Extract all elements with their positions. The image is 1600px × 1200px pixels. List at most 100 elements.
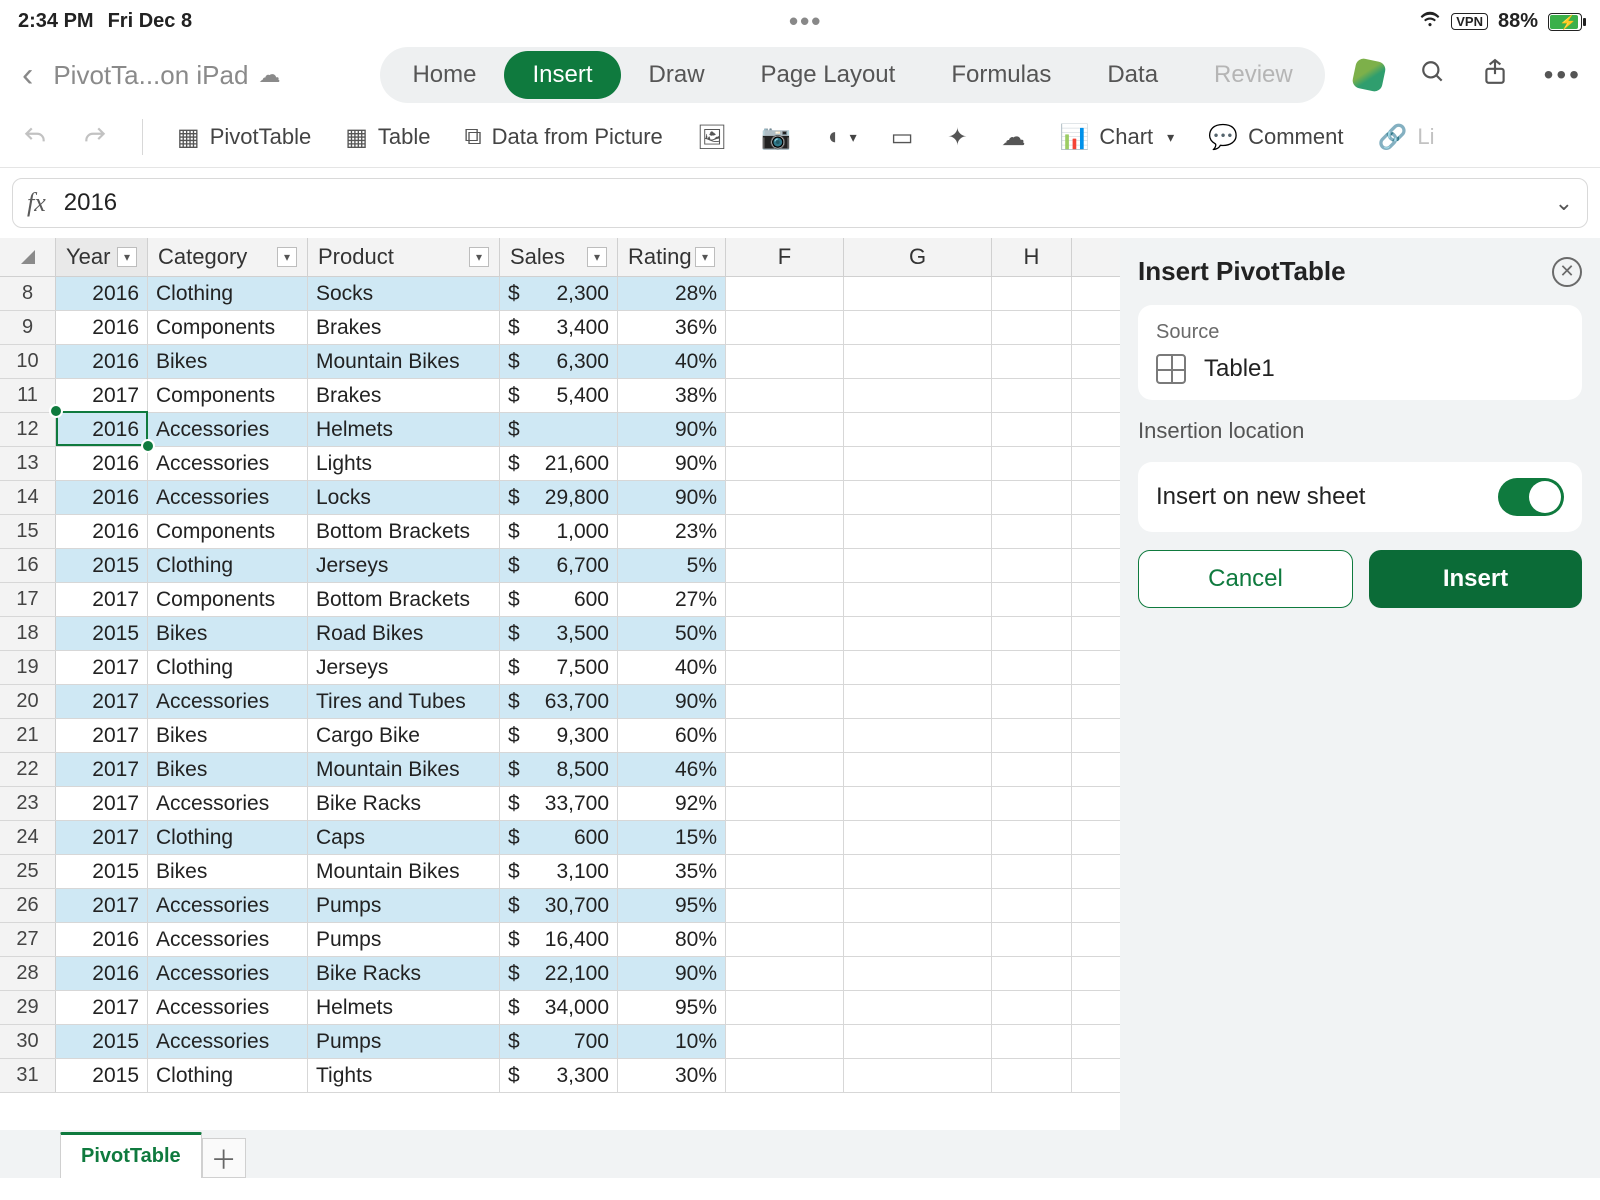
formula-input[interactable]: fx 2016 ⌄ [12,178,1588,228]
cell-empty[interactable] [844,719,992,752]
cell-rating[interactable]: 90% [618,957,726,990]
cell-empty[interactable] [844,787,992,820]
cell-sales[interactable]: $8,500 [500,753,618,786]
table-row[interactable]: 92016ComponentsBrakes$3,40036% [0,311,1120,345]
row-number[interactable]: 27 [0,923,56,956]
cell-empty[interactable] [844,379,992,412]
cell-rating[interactable]: 27% [618,583,726,616]
cell-rating[interactable]: 90% [618,481,726,514]
row-number[interactable]: 8 [0,277,56,310]
cell-empty[interactable] [844,345,992,378]
cell-year[interactable]: 2015 [56,1059,148,1092]
cell-category[interactable]: Clothing [148,277,308,310]
cell-product[interactable]: Caps [308,821,500,854]
cell-empty[interactable] [726,379,844,412]
cell-category[interactable]: Accessories [148,923,308,956]
cell-year[interactable]: 2017 [56,651,148,684]
table-row[interactable]: 162015ClothingJerseys$6,7005% [0,549,1120,583]
table-row[interactable]: 272016AccessoriesPumps$16,40080% [0,923,1120,957]
cell-product[interactable]: Socks [308,277,500,310]
cell-sales[interactable]: $ [500,413,618,446]
cell-empty[interactable] [726,413,844,446]
cell-empty[interactable] [992,787,1072,820]
cell-empty[interactable] [726,447,844,480]
cell-product[interactable]: Bottom Brackets [308,515,500,548]
tab-draw[interactable]: Draw [621,51,733,99]
add-sheet-button[interactable]: ＋ [202,1138,246,1178]
multitask-dots-icon[interactable]: ••• [789,6,822,37]
cell-empty[interactable] [844,923,992,956]
cell-category[interactable]: Components [148,583,308,616]
row-number[interactable]: 20 [0,685,56,718]
filter-dropdown-icon[interactable]: ▾ [469,247,489,267]
cell-category[interactable]: Components [148,515,308,548]
shapes-button[interactable]: ◖▾ [825,123,857,151]
tab-data[interactable]: Data [1079,51,1186,99]
cell-year[interactable]: 2016 [56,277,148,310]
row-number[interactable]: 24 [0,821,56,854]
cell-category[interactable]: Accessories [148,889,308,922]
cell-category[interactable]: Clothing [148,1059,308,1092]
cell-sales[interactable]: $3,100 [500,855,618,888]
cell-year[interactable]: 2016 [56,447,148,480]
table-button[interactable]: ▦Table [345,123,430,152]
table-row[interactable]: 82016ClothingSocks$2,30028% [0,277,1120,311]
row-number[interactable]: 26 [0,889,56,922]
share-icon[interactable] [1482,58,1508,93]
cell-product[interactable]: Helmets [308,413,500,446]
cell-rating[interactable]: 80% [618,923,726,956]
table-row[interactable]: 312015ClothingTights$3,30030% [0,1059,1120,1093]
cell-product[interactable]: Jerseys [308,651,500,684]
cell-category[interactable]: Bikes [148,617,308,650]
table-row[interactable]: 242017ClothingCaps$60015% [0,821,1120,855]
table-row[interactable]: 152016ComponentsBottom Brackets$1,00023% [0,515,1120,549]
cell-product[interactable]: Mountain Bikes [308,855,500,888]
cell-empty[interactable] [992,379,1072,412]
cell-empty[interactable] [992,549,1072,582]
select-all-corner[interactable] [0,238,56,276]
cell-year[interactable]: 2016 [56,311,148,344]
cell-sales[interactable]: $1,000 [500,515,618,548]
cell-empty[interactable] [844,957,992,990]
cell-empty[interactable] [992,413,1072,446]
filter-dropdown-icon[interactable]: ▾ [117,247,137,267]
insert-button[interactable]: Insert [1369,550,1582,608]
cell-year[interactable]: 2015 [56,617,148,650]
cell-rating[interactable]: 95% [618,889,726,922]
cell-category[interactable]: Accessories [148,447,308,480]
table-row[interactable]: 122016AccessoriesHelmets$90% [0,413,1120,447]
spreadsheet-grid[interactable]: Year▾ Category▾ Product▾ Sales▾ Rating▾ … [0,238,1120,1178]
cell-category[interactable]: Bikes [148,345,308,378]
cell-empty[interactable] [844,277,992,310]
cell-product[interactable]: Mountain Bikes [308,753,500,786]
cell-sales[interactable]: $600 [500,583,618,616]
cell-empty[interactable] [844,685,992,718]
table-row[interactable]: 202017AccessoriesTires and Tubes$63,7009… [0,685,1120,719]
sheet-tab-pivottable[interactable]: PivotTable [60,1132,202,1178]
table-row[interactable]: 142016AccessoriesLocks$29,80090% [0,481,1120,515]
cell-product[interactable]: Jerseys [308,549,500,582]
cell-empty[interactable] [726,821,844,854]
col-header-product[interactable]: Product▾ [308,238,500,276]
cell-empty[interactable] [726,651,844,684]
cell-empty[interactable] [992,1059,1072,1092]
row-number[interactable]: 17 [0,583,56,616]
cell-empty[interactable] [992,821,1072,854]
cell-empty[interactable] [992,345,1072,378]
tab-review[interactable]: Review [1186,51,1321,99]
cell-empty[interactable] [992,1025,1072,1058]
comment-button[interactable]: 💬Comment [1208,123,1343,152]
cell-category[interactable]: Accessories [148,481,308,514]
cell-sales[interactable]: $5,400 [500,379,618,412]
cell-product[interactable]: Tires and Tubes [308,685,500,718]
cell-sales[interactable]: $2,300 [500,277,618,310]
close-panel-button[interactable]: ✕ [1552,257,1582,287]
cell-year[interactable]: 2016 [56,413,148,446]
cell-empty[interactable] [844,1025,992,1058]
cell-empty[interactable] [992,753,1072,786]
table-row[interactable]: 212017BikesCargo Bike$9,30060% [0,719,1120,753]
tab-page-layout[interactable]: Page Layout [733,51,924,99]
cell-product[interactable]: Locks [308,481,500,514]
col-header-year[interactable]: Year▾ [56,238,148,276]
table-row[interactable]: 222017BikesMountain Bikes$8,50046% [0,753,1120,787]
